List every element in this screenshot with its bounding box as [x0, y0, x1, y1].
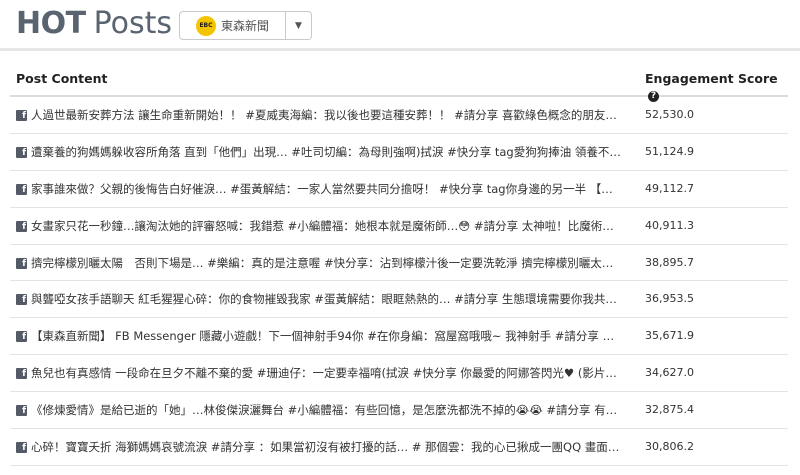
engagement-score-value: 30,806.2 — [645, 440, 694, 454]
facebook-icon: f — [16, 183, 27, 195]
engagement-score-value: 36,953.5 — [645, 292, 694, 306]
table-row: f 魚兒也有真感情 一段命在旦夕不離不棄的愛 #珊迪仔：一定要幸福唷(拭淚 #快… — [10, 355, 788, 393]
column-header-engagement-score-label: Engagement Score — [645, 71, 778, 86]
table-header: Post Content Engagement Score? — [10, 61, 788, 102]
table-row: f 家事誰來做？父親的後悔告白好催淚… #蛋黃解結：一家人當然要共同分擔呀！ #… — [10, 171, 788, 208]
facebook-icon: f — [16, 442, 27, 454]
post-content-link[interactable]: 擠完檸檬別曬太陽 否則下場是… #樂編：真的是注意喔 #快分享：沾到檸檬汁後一定… — [31, 255, 621, 271]
facebook-icon: f — [16, 405, 27, 417]
engagement-score-value: 51,124.9 — [645, 144, 694, 158]
table-row: f 心碎！寶寶夭折 海獅媽媽哀號流淚 #請分享 ：如果當初沒有被打擾的話… # … — [10, 429, 788, 466]
facebook-icon: f — [16, 294, 27, 306]
column-header-post-content: Post Content — [16, 71, 108, 86]
ebc-logo-icon: EBC — [196, 15, 216, 36]
title-hot: HOT — [16, 6, 86, 41]
post-content-link[interactable]: 人過世最新安葬方法 讓生命重新開始！！ #夏威夷海編：我以後也要這種安葬！！ #… — [31, 107, 621, 123]
page-selector-label: 東森新聞 — [221, 19, 270, 33]
page-selector-dropdown[interactable]: EBC 東森新聞 ▼ — [179, 11, 312, 40]
engagement-score-value: 32,875.4 — [645, 403, 694, 417]
post-content-link[interactable]: 【東森直新聞】 FB Messenger 隱藏小遊戲！下一個神射手94你 #在你… — [31, 328, 621, 344]
table-row: f 女畫家只花一秒鐘…讓淘汰她的評審怒喊：我錯惹 #小編體福：她根本就是魔術師…… — [10, 208, 788, 245]
page-selector-button[interactable]: EBC 東森新聞 — [180, 12, 285, 39]
post-content-link[interactable]: 家事誰來做？父親的後悔告白好催淚… #蛋黃解結：一家人當然要共同分擔呀！ #快分… — [31, 181, 621, 197]
engagement-score-value: 40,911.3 — [645, 218, 694, 232]
chevron-down-icon[interactable]: ▼ — [285, 12, 311, 39]
post-content-link[interactable]: 與聾啞女孩手語聊天 紅毛猩猩心碎：你的食物摧毀我家 #蛋黃解結：眼眶熱熱的… #… — [31, 291, 621, 307]
facebook-icon: f — [16, 331, 27, 343]
table-row: f 《修煉愛情》是給已逝的「她」…林俊傑淚灑舞台 #小編體福：有些回憶，是怎麼洗… — [10, 392, 788, 430]
post-content-link[interactable]: 《修煉愛情》是給已逝的「她」…林俊傑淚灑舞台 #小編體福：有些回憶，是怎麼洗都洗… — [31, 402, 621, 418]
post-content-link[interactable]: 魚兒也有真感情 一段命在旦夕不離不棄的愛 #珊迪仔：一定要幸福唷(拭淚 #快分享… — [31, 365, 621, 381]
header-divider — [0, 48, 800, 51]
facebook-icon: f — [16, 368, 27, 380]
page-title: HOT Posts — [16, 4, 172, 44]
facebook-icon: f — [16, 110, 27, 121]
facebook-icon: f — [16, 146, 27, 158]
title-posts: Posts — [93, 6, 172, 41]
engagement-score-value: 34,627.0 — [645, 366, 694, 380]
engagement-score-value: 38,895.7 — [645, 255, 694, 269]
engagement-score-value: 52,530.0 — [645, 108, 694, 121]
table-row: f 與聾啞女孩手語聊天 紅毛猩猩心碎：你的食物摧毀我家 #蛋黃解結：眼眶熱熱的…… — [10, 281, 788, 319]
page-header: HOT Posts EBC 東森新聞 ▼ — [0, 0, 800, 48]
posts-table: f 人過世最新安葬方法 讓生命重新開始！！ #夏威夷海編：我以後也要這種安葬！！… — [10, 97, 788, 466]
post-content-link[interactable]: 心碎！寶寶夭折 海獅媽媽哀號流淚 #請分享 ：如果當初沒有被打擾的話… # 那個… — [31, 439, 621, 455]
post-content-link[interactable]: 女畫家只花一秒鐘…讓淘汰她的評審怒喊：我錯惹 #小編體福：她根本就是魔術師…😳 … — [31, 218, 621, 234]
post-content-link[interactable]: 遭棄養的狗媽媽躲收容所角落 直到「他們」出現… #吐司切編：為母則強啊)拭淚 #… — [31, 144, 621, 160]
facebook-icon: f — [16, 257, 27, 269]
table-row: f 人過世最新安葬方法 讓生命重新開始！！ #夏威夷海編：我以後也要這種安葬！！… — [10, 97, 788, 134]
table-row: f 擠完檸檬別曬太陽 否則下場是… #樂編：真的是注意喔 #快分享：沾到檸檬汁後… — [10, 245, 788, 282]
table-row: f 遭棄養的狗媽媽躲收容所角落 直到「他們」出現… #吐司切編：為母則強啊)拭淚… — [10, 134, 788, 171]
table-row: f 【東森直新聞】 FB Messenger 隱藏小遊戲！下一個神射手94你 #… — [10, 318, 788, 356]
facebook-icon: f — [16, 220, 27, 232]
engagement-score-value: 49,112.7 — [645, 181, 694, 195]
engagement-score-value: 35,671.9 — [645, 329, 694, 343]
